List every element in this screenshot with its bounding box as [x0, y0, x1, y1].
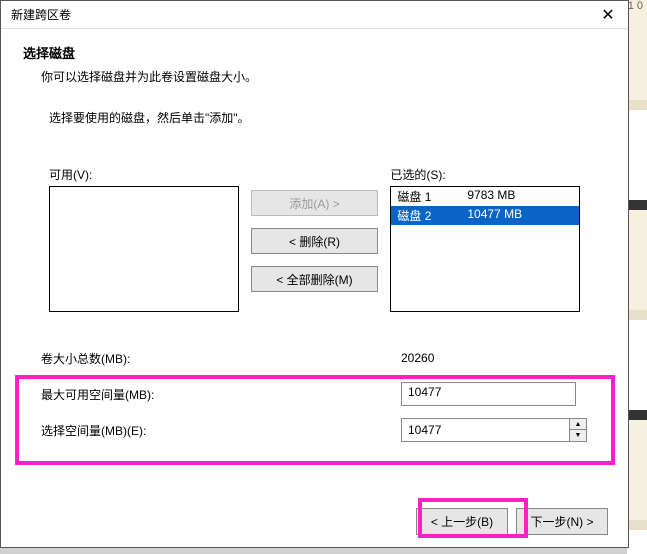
- close-icon: ✕: [601, 5, 614, 25]
- disk-size: 10477 MB: [457, 207, 522, 224]
- select-space-spinner[interactable]: ▲ ▼: [570, 418, 587, 442]
- available-label: 可用(V):: [49, 166, 239, 183]
- instruction-text: 选择要使用的磁盘，然后单击"添加"。: [1, 97, 628, 126]
- list-item[interactable]: 磁盘 2 10477 MB: [391, 206, 579, 225]
- wizard-header: 选择磁盘 你可以选择磁盘并为此卷设置磁盘大小。: [1, 29, 628, 97]
- add-button: 添加(A) >: [251, 190, 379, 216]
- total-size-value: 20260: [401, 351, 576, 365]
- spinner-up-icon[interactable]: ▲: [570, 419, 586, 430]
- max-space-value: 10477: [401, 382, 576, 406]
- titlebar: 新建跨区卷 ✕: [1, 1, 628, 29]
- select-space-label: 选择空间量(MB)(E):: [41, 422, 401, 439]
- total-size-label: 卷大小总数(MB):: [41, 350, 401, 367]
- selected-listbox[interactable]: 磁盘 1 9783 MB磁盘 2 10477 MB: [390, 186, 580, 312]
- back-button[interactable]: < 上一步(B): [416, 508, 508, 535]
- selected-label: 已选的(S):: [390, 166, 580, 183]
- remove-button[interactable]: < 删除(R): [251, 228, 379, 254]
- list-item[interactable]: 磁盘 1 9783 MB: [391, 187, 579, 206]
- close-button[interactable]: ✕: [588, 1, 628, 29]
- remove-all-button[interactable]: < 全部删除(M): [251, 266, 379, 292]
- spinner-down-icon[interactable]: ▼: [570, 430, 586, 441]
- disk-name: 磁盘 1: [397, 188, 457, 205]
- step-title: 选择磁盘: [23, 43, 606, 62]
- next-button[interactable]: 下一步(N) >: [516, 508, 608, 535]
- max-space-label: 最大可用空间量(MB):: [41, 386, 401, 403]
- available-listbox[interactable]: [49, 186, 239, 312]
- select-space-row: 选择空间量(MB)(E): ▲ ▼: [41, 412, 588, 448]
- wizard-dialog: 新建跨区卷 ✕ 选择磁盘 你可以选择磁盘并为此卷设置磁盘大小。 选择要使用的磁盘…: [0, 0, 629, 548]
- step-subtitle: 你可以选择磁盘并为此卷设置磁盘大小。: [23, 68, 606, 85]
- window-title: 新建跨区卷: [11, 6, 71, 23]
- disk-name: 磁盘 2: [397, 207, 457, 224]
- select-space-input[interactable]: [401, 418, 570, 442]
- disk-size: 9783 MB: [457, 188, 515, 205]
- max-space-row: 最大可用空间量(MB): 10477: [41, 376, 588, 412]
- total-size-row: 卷大小总数(MB): 20260: [41, 340, 588, 376]
